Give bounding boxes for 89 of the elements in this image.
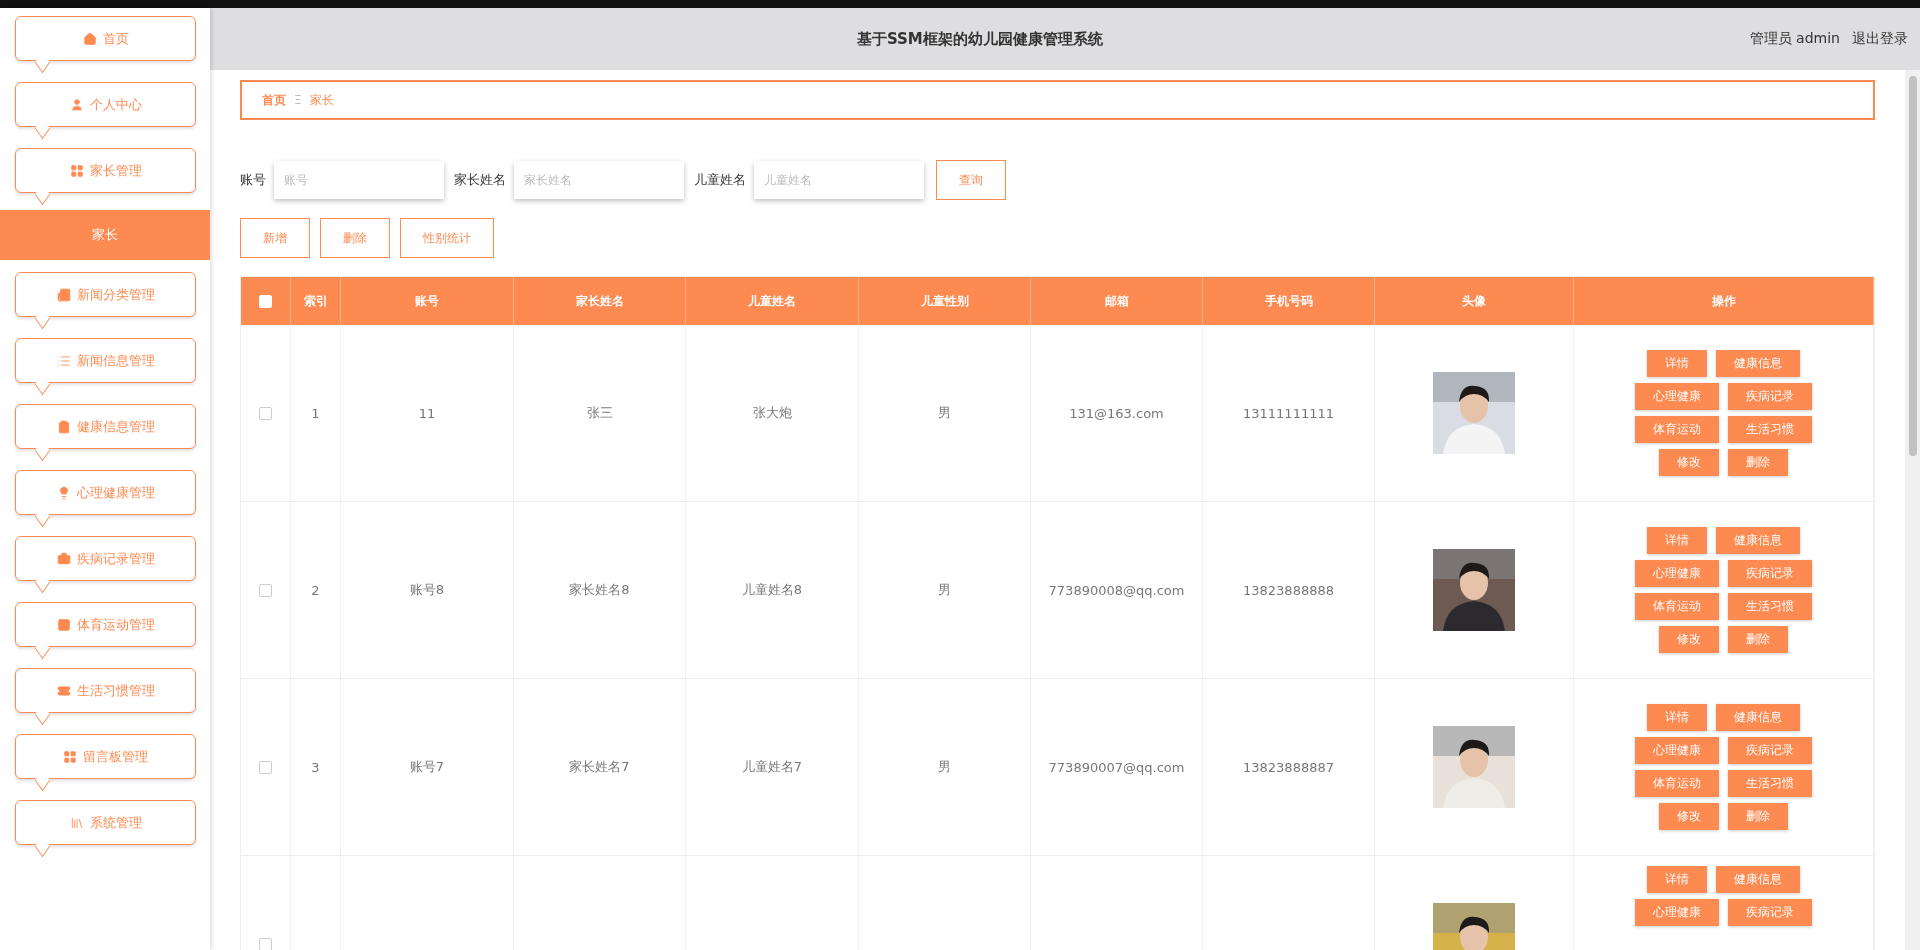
search-button[interactable]: 查询 bbox=[936, 160, 1006, 200]
action-button[interactable]: 健康信息 bbox=[1716, 704, 1800, 731]
breadcrumb-separator: Ξ bbox=[294, 93, 302, 107]
action-button[interactable]: 详情 bbox=[1647, 704, 1707, 731]
action-button[interactable]: 疾病记录 bbox=[1728, 383, 1812, 410]
breadcrumb-current: 家长 bbox=[309, 91, 334, 109]
newspaper-icon bbox=[56, 287, 71, 302]
table-cell: 儿童姓名8 bbox=[741, 581, 803, 599]
scrollbar-thumb[interactable] bbox=[1908, 76, 1917, 456]
action-button[interactable]: 详情 bbox=[1647, 527, 1707, 554]
action-button[interactable]: 体育运动 bbox=[1635, 770, 1719, 797]
action-button[interactable]: 删除 bbox=[1728, 626, 1788, 653]
action-button[interactable]: 健康信息 bbox=[1716, 350, 1800, 377]
action-button[interactable]: 体育运动 bbox=[1635, 416, 1719, 443]
row-checkbox[interactable] bbox=[259, 406, 272, 420]
user-icon bbox=[69, 97, 84, 112]
column-header: 儿童性别 bbox=[859, 277, 1031, 325]
action-button[interactable]: 心理健康 bbox=[1635, 737, 1719, 764]
action-button[interactable]: 生活习惯 bbox=[1728, 416, 1812, 443]
table-cell: 13823888887 bbox=[1243, 759, 1334, 775]
action-button[interactable]: 详情 bbox=[1647, 350, 1707, 377]
action-button[interactable]: 疾病记录 bbox=[1728, 737, 1812, 764]
row-checkbox[interactable] bbox=[259, 583, 272, 597]
action-button[interactable]: 心理健康 bbox=[1635, 899, 1719, 926]
action-button[interactable]: 疾病记录 bbox=[1728, 560, 1812, 587]
action-button[interactable]: 心理健康 bbox=[1635, 560, 1719, 587]
table-cell: 儿童姓名7 bbox=[741, 758, 803, 776]
search-field[interactable]: 儿童姓名 bbox=[754, 161, 924, 199]
action-button[interactable]: 疾病记录 bbox=[1728, 899, 1812, 926]
action-button[interactable]: 修改 bbox=[1659, 626, 1719, 653]
column-header: 邮箱 bbox=[1031, 277, 1203, 325]
table-cell: 773890007@qq.com bbox=[1048, 759, 1185, 775]
column-header: 账号 bbox=[341, 277, 514, 325]
table-cell: 账号7 bbox=[409, 758, 445, 776]
column-header: 头像 bbox=[1375, 277, 1574, 325]
table-cell: 13111111111 bbox=[1243, 405, 1334, 421]
table-cell: 男 bbox=[938, 581, 951, 599]
column-header: 索引 bbox=[291, 277, 341, 325]
toolbar-button[interactable]: 新增 bbox=[240, 218, 310, 258]
sidebar-subitem[interactable]: 家长 bbox=[0, 210, 210, 260]
home-icon bbox=[82, 31, 97, 46]
clipboard-icon bbox=[56, 419, 71, 434]
logout-link[interactable]: 退出登录 bbox=[1852, 30, 1908, 48]
action-button[interactable]: 心理健康 bbox=[1635, 383, 1719, 410]
books-icon bbox=[69, 815, 84, 830]
table-cell: 13823888888 bbox=[1243, 582, 1334, 598]
row-checkbox[interactable] bbox=[259, 760, 272, 774]
table-cell: 男 bbox=[938, 758, 951, 776]
field-label: 家长姓名 bbox=[454, 171, 506, 189]
select-all-checkbox[interactable] bbox=[259, 294, 272, 308]
toolbar-button[interactable]: 删除 bbox=[320, 218, 390, 258]
table-cell: 张大炮 bbox=[752, 404, 792, 422]
column-header: 家长姓名 bbox=[514, 277, 686, 325]
table-cell: 3 bbox=[311, 759, 320, 775]
action-button[interactable]: 体育运动 bbox=[1635, 593, 1719, 620]
field-label: 账号 bbox=[240, 171, 266, 189]
field-label: 儿童姓名 bbox=[694, 171, 746, 189]
action-button[interactable]: 健康信息 bbox=[1716, 866, 1800, 893]
table-cell: 1 bbox=[311, 405, 320, 421]
table-cell: 男 bbox=[938, 404, 951, 422]
action-button[interactable]: 修改 bbox=[1659, 803, 1719, 830]
action-button[interactable]: 生活习惯 bbox=[1728, 770, 1812, 797]
briefcase-icon bbox=[56, 551, 71, 566]
table-cell: 张三 bbox=[586, 404, 613, 422]
list-icon bbox=[56, 353, 71, 368]
table-cell: 账号8 bbox=[409, 581, 445, 599]
ticket-icon bbox=[56, 683, 71, 698]
column-header: 儿童姓名 bbox=[686, 277, 859, 325]
column-header: 操作 bbox=[1574, 277, 1874, 325]
action-button[interactable]: 详情 bbox=[1647, 866, 1707, 893]
row-checkbox[interactable] bbox=[259, 937, 272, 950]
toolbar-button[interactable]: 性别统计 bbox=[400, 218, 494, 258]
action-button[interactable]: 生活习惯 bbox=[1728, 593, 1812, 620]
table-cell: 家长姓名8 bbox=[569, 581, 630, 599]
breadcrumb-home[interactable]: 首页 bbox=[262, 91, 286, 109]
table-cell: 家长姓名7 bbox=[569, 758, 630, 776]
table-cell: 773890008@qq.com bbox=[1048, 582, 1185, 598]
app-title: 基于SSM框架的幼儿园健康管理系统 bbox=[855, 29, 1104, 49]
action-button[interactable]: 删除 bbox=[1728, 449, 1788, 476]
table-cell: 2 bbox=[311, 582, 320, 598]
user-label: 管理员 admin bbox=[1749, 30, 1840, 48]
action-button[interactable]: 修改 bbox=[1659, 449, 1719, 476]
search-field[interactable]: 账号 bbox=[274, 161, 444, 199]
action-button[interactable]: 健康信息 bbox=[1716, 527, 1800, 554]
action-button[interactable]: 删除 bbox=[1728, 803, 1788, 830]
table-cell: 131@163.com bbox=[1069, 405, 1164, 421]
search-field[interactable]: 家长姓名 bbox=[514, 161, 684, 199]
table-cell: 11 bbox=[418, 405, 436, 421]
column-header: 手机号码 bbox=[1203, 277, 1375, 325]
